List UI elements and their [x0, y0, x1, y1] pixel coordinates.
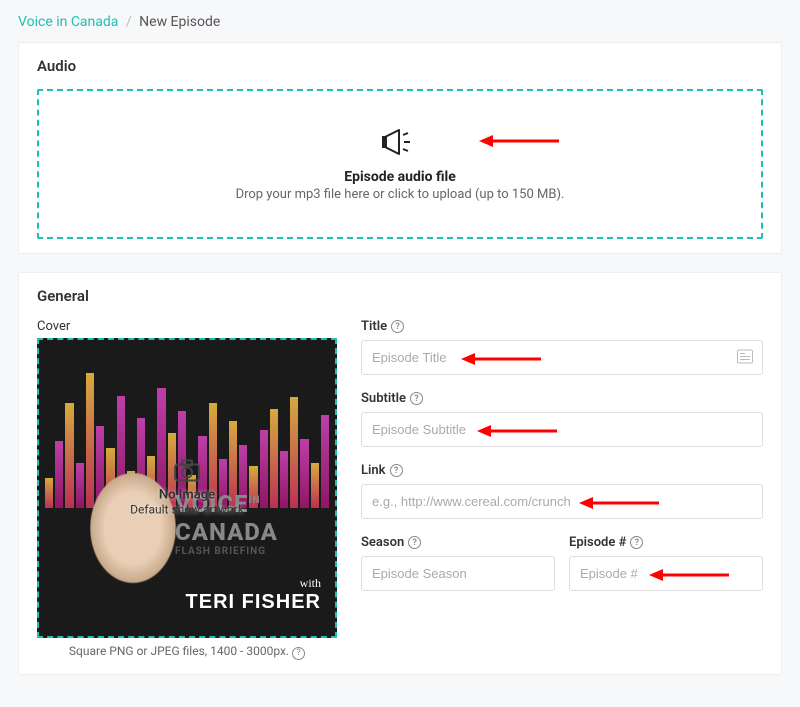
- link-input[interactable]: [361, 484, 763, 519]
- general-header: General: [19, 273, 781, 313]
- breadcrumb-link[interactable]: Voice in Canada: [18, 14, 118, 30]
- breadcrumb: Voice in Canada / New Episode: [18, 14, 782, 30]
- cover-upload[interactable]: VOICEIN CANADA FLASH BRIEFING with TERI …: [37, 338, 337, 638]
- title-input[interactable]: [361, 340, 763, 375]
- audio-dropzone[interactable]: Episode audio file Drop your mp3 file he…: [37, 89, 763, 239]
- help-icon[interactable]: ?: [410, 392, 423, 405]
- camera-icon: [174, 460, 200, 486]
- help-icon[interactable]: ?: [391, 320, 404, 333]
- help-icon[interactable]: ?: [390, 464, 403, 477]
- cover-column: Cover: [37, 319, 337, 660]
- cover-center-overlay: No Image Default show artwork: [130, 460, 244, 517]
- arrow-annotation-icon: [479, 131, 559, 151]
- template-icon[interactable]: [737, 348, 753, 367]
- cover-hint: Square PNG or JPEG files, 1400 - 3000px.…: [37, 644, 337, 660]
- dropzone-subtitle: Drop your mp3 file here or click to uplo…: [236, 187, 565, 202]
- cover-name: with TERI FISHER: [186, 576, 321, 614]
- breadcrumb-separator: /: [126, 14, 132, 30]
- help-icon[interactable]: ?: [292, 647, 305, 660]
- megaphone-icon: [382, 127, 418, 161]
- subtitle-label: Subtitle: [361, 391, 406, 406]
- help-icon[interactable]: ?: [630, 536, 643, 549]
- dropzone-title: Episode audio file: [344, 169, 456, 185]
- help-icon[interactable]: ?: [408, 536, 421, 549]
- cover-label: Cover: [37, 319, 337, 334]
- general-card: General Cover: [18, 272, 782, 675]
- season-input[interactable]: [361, 556, 555, 591]
- breadcrumb-current: New Episode: [139, 14, 220, 30]
- episode-number-field: Episode # ?: [569, 535, 763, 591]
- subtitle-field: Subtitle ?: [361, 391, 763, 447]
- title-field: Title ?: [361, 319, 763, 375]
- episode-number-input[interactable]: [569, 556, 763, 591]
- episode-number-label: Episode #: [569, 535, 626, 550]
- title-label: Title: [361, 319, 387, 334]
- audio-card: Audio Episode audio file Drop your mp3 f…: [18, 42, 782, 254]
- season-label: Season: [361, 535, 404, 550]
- fields-column: Title ? Sub: [361, 319, 763, 660]
- subtitle-input[interactable]: [361, 412, 763, 447]
- audio-header: Audio: [19, 43, 781, 83]
- link-label: Link: [361, 463, 386, 478]
- season-field: Season ?: [361, 535, 555, 591]
- link-field: Link ?: [361, 463, 763, 519]
